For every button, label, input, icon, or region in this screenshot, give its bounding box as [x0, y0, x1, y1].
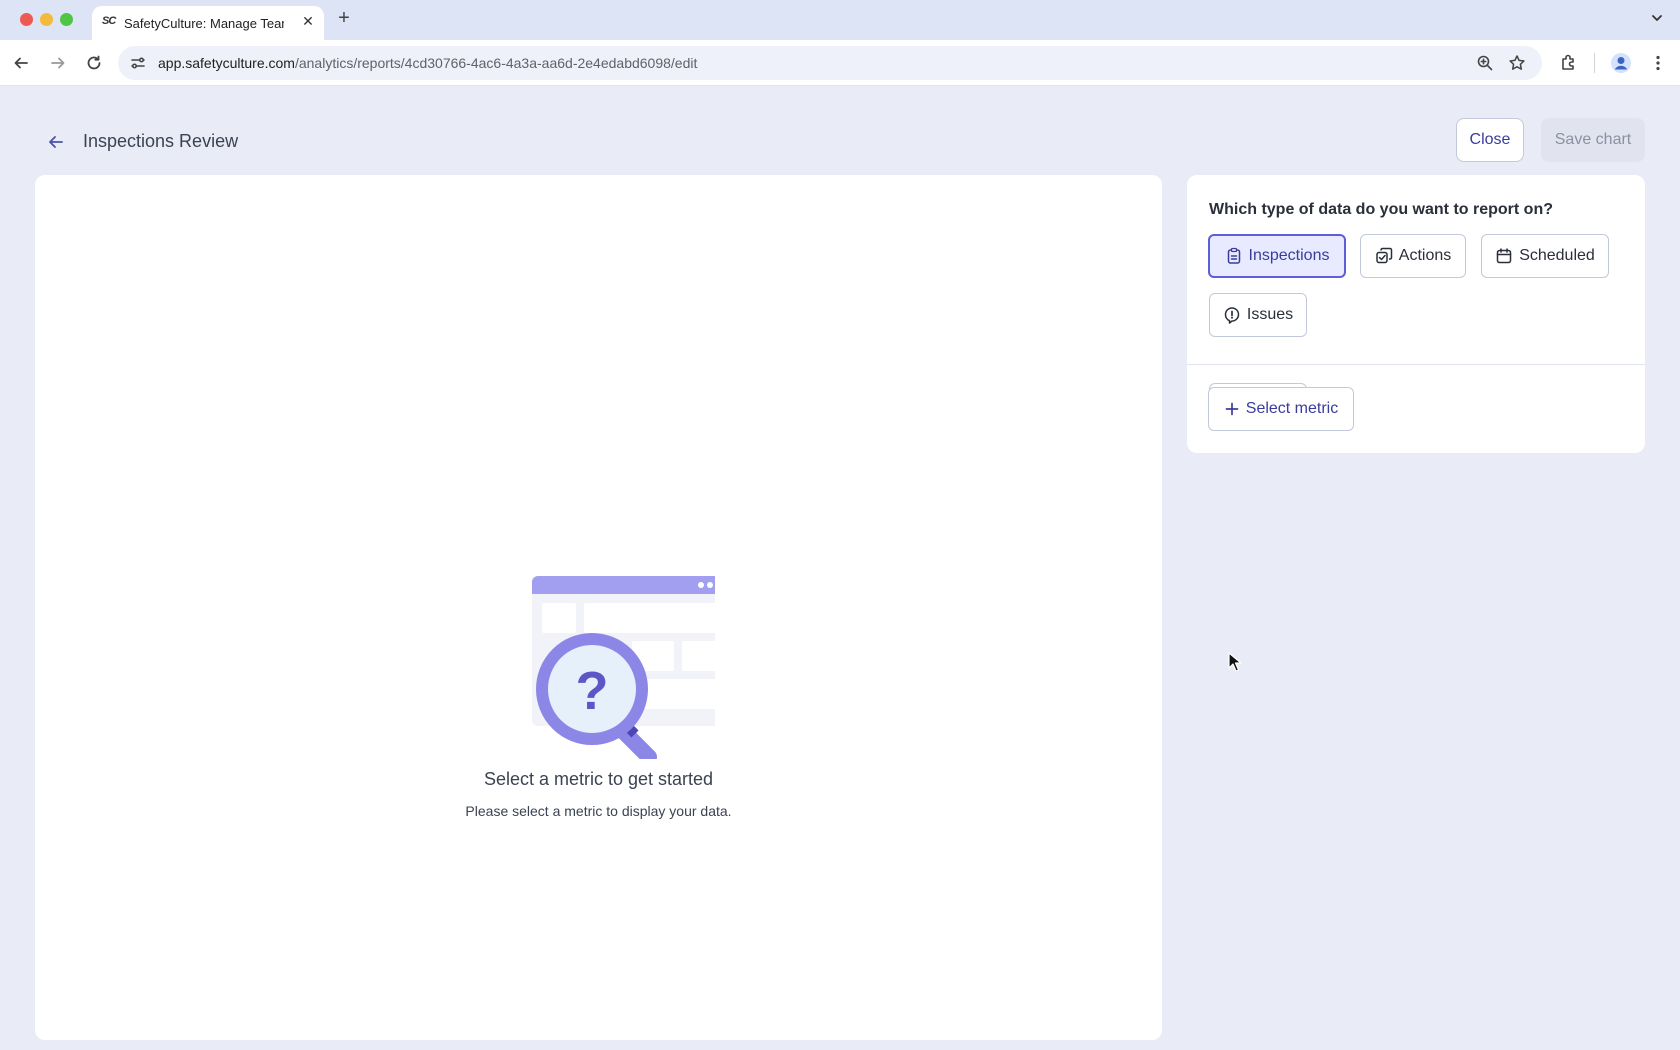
window-zoom-button[interactable] [60, 13, 73, 26]
browser-tab[interactable]: SC SafetyCulture: Manage Teams ✕ [92, 6, 324, 40]
clipboard-icon [1227, 247, 1240, 264]
bookmark-star-icon[interactable] [1508, 54, 1526, 72]
window-minimize-button[interactable] [40, 13, 53, 26]
toolbar-divider [1594, 53, 1595, 73]
scheduled-type-label: Scheduled [1519, 247, 1595, 264]
calendar-icon [1496, 248, 1512, 264]
mouse-cursor-icon [1228, 652, 1242, 672]
page-title: Inspections Review [83, 131, 239, 151]
data-type-panel: Which type of data do you want to report… [1187, 175, 1645, 453]
url-host: app.safetyculture.com [158, 55, 295, 71]
tab-close-icon[interactable]: ✕ [300, 13, 316, 30]
window-close-button[interactable] [20, 13, 33, 26]
safetyculture-favicon-icon: SC [102, 15, 116, 27]
issue-alert-icon [1224, 307, 1240, 324]
back-icon[interactable] [10, 52, 32, 74]
menu-kebab-icon[interactable] [1647, 52, 1669, 74]
tab-title: SafetyCulture: Manage Teams [124, 16, 284, 31]
save-chart-button[interactable]: Save chart [1541, 118, 1645, 162]
report-window-illustration: ? [532, 576, 715, 759]
empty-state-title: Select a metric to get started [483, 769, 714, 789]
issues-type-label: Issues [1246, 306, 1294, 323]
url-path: /analytics/reports/4cd30766-4ac6-4a3a-aa… [294, 55, 698, 71]
zoom-icon[interactable] [1476, 54, 1494, 72]
browser-toolbar: app.safetyculture.com/analytics/reports/… [0, 40, 1680, 86]
actions-type-label: Actions [1398, 247, 1452, 264]
select-metric-button[interactable]: Select metric [1208, 387, 1354, 431]
profile-icon[interactable] [1610, 52, 1632, 74]
inspections-type-label: Inspections [1248, 247, 1330, 264]
back-arrow-icon[interactable] [46, 132, 66, 152]
report-editor-page: Inspections Review Close Save chart ? Se… [0, 86, 1680, 1050]
browser-titlebar: SC SafetyCulture: Manage Teams ✕ + [0, 0, 1680, 40]
close-button[interactable]: Close [1456, 118, 1524, 162]
scheduled-type-button[interactable]: Scheduled [1481, 234, 1609, 278]
extensions-icon[interactable] [1558, 52, 1580, 74]
svg-text:?: ? [576, 661, 609, 721]
panel-divider [1187, 364, 1645, 365]
empty-state-subtitle: Please select a metric to display your d… [465, 803, 732, 819]
issues-type-button[interactable]: Issues [1209, 293, 1307, 337]
site-settings-icon[interactable] [130, 55, 146, 71]
address-bar[interactable]: app.safetyculture.com/analytics/reports/… [118, 46, 1542, 80]
url-text: app.safetyculture.com/analytics/reports/… [158, 55, 697, 71]
actions-icon [1376, 247, 1393, 264]
inspections-type-button[interactable]: Inspections [1208, 234, 1346, 278]
plus-icon [1225, 402, 1239, 416]
chart-preview-panel: ? Select a metric to get started Please … [35, 175, 1162, 1040]
new-tab-button[interactable]: + [334, 7, 354, 30]
data-type-question: Which type of data do you want to report… [1209, 201, 1553, 218]
actions-type-button[interactable]: Actions [1360, 234, 1466, 278]
forward-icon[interactable] [47, 52, 69, 74]
select-metric-label: Select metric [1245, 400, 1339, 417]
reload-icon[interactable] [83, 52, 105, 74]
tab-list-icon[interactable] [1648, 9, 1666, 27]
